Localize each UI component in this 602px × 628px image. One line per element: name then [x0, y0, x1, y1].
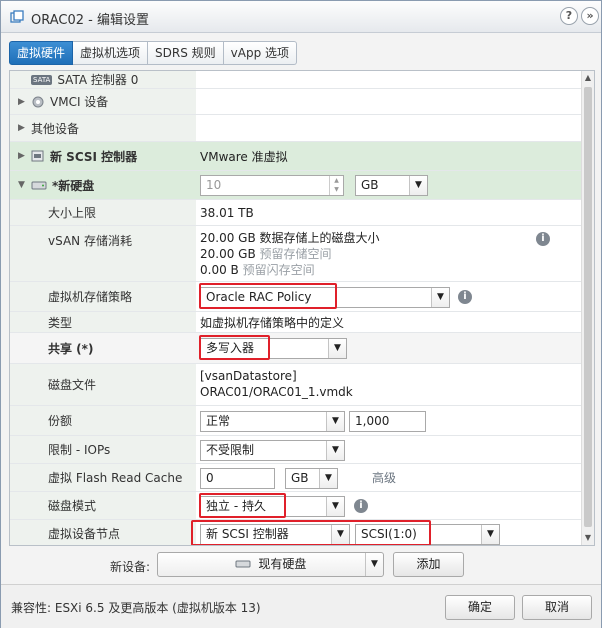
chevron-down-icon: ▼	[319, 469, 337, 488]
scroll-thumb[interactable]	[584, 87, 592, 527]
expand-icon[interactable]: »	[581, 7, 599, 25]
hardware-panel: SATA SATA 控制器 0 ▶ VMCI 设备 ▶ 其他设备 ▶ 新 SCS…	[9, 70, 595, 546]
chevron-down-icon: ▼	[326, 497, 344, 516]
row-sata-controller[interactable]: SATA SATA 控制器 0	[10, 71, 582, 89]
highlight-box	[199, 283, 337, 309]
info-icon[interactable]: i	[536, 232, 550, 246]
row-vmci-device[interactable]: ▶ VMCI 设备	[10, 89, 582, 115]
expand-arrow-icon[interactable]: ▶	[18, 151, 28, 161]
row-label: 新 SCSI 控制器	[50, 149, 138, 164]
row-max-size: 大小上限 38.01 TB	[10, 200, 582, 226]
dialog-title: ORAC02 - 编辑设置	[31, 13, 149, 28]
expand-arrow-icon[interactable]: ▶	[18, 123, 28, 133]
sata-icon: SATA	[31, 74, 53, 85]
gear-icon	[32, 96, 44, 107]
scroll-down-icon[interactable]: ▼	[582, 531, 594, 545]
row-storage-policy: 虚拟机存储策略 Oracle RAC Policy ▼ i	[10, 282, 582, 312]
row-virtual-device-node: 虚拟设备节点 新 SCSI 控制器 ▼ SCSI(1:0) ▼	[10, 520, 582, 545]
chevron-down-icon: ▼	[365, 553, 383, 576]
flash-cache-unit-select[interactable]: GB ▼	[285, 468, 338, 489]
highlight-box	[191, 520, 431, 545]
chevron-down-icon: ▼	[326, 412, 344, 431]
compatibility-text: 兼容性: ESXi 6.5 及更高版本 (虚拟机版本 13)	[11, 601, 261, 615]
highlight-box	[199, 335, 270, 360]
scsi-type-value: VMware 准虚拟	[200, 149, 288, 164]
row-label: *新硬盘	[52, 178, 95, 193]
highlight-box	[199, 493, 286, 518]
ok-button[interactable]: 确定	[445, 595, 515, 620]
disk-size-input[interactable]: 10 ▲ ▼	[200, 175, 344, 196]
chevron-down-icon: ▼	[326, 441, 344, 460]
advanced-link[interactable]: 高级	[372, 464, 582, 491]
cancel-button[interactable]: 取消	[522, 595, 592, 620]
tab-vm-options[interactable]: 虚拟机选项	[73, 41, 149, 65]
tab-vapp-options[interactable]: vApp 选项	[223, 41, 298, 65]
title-bar: ORAC02 - 编辑设置 ? »	[1, 1, 601, 33]
new-device-select[interactable]: 现有硬盘 ▼	[157, 552, 384, 577]
vertical-scrollbar[interactable]: ▲ ▼	[581, 71, 594, 545]
row-disk-mode: 磁盘模式 独立 - 持久 ▼ i	[10, 492, 582, 520]
row-label: 其他设备	[31, 121, 80, 136]
row-limit-iops: 限制 - IOPs 不受限制 ▼	[10, 436, 582, 464]
collapse-arrow-icon[interactable]: ▼	[18, 180, 28, 190]
chevron-down-icon: ▼	[481, 525, 499, 544]
add-button[interactable]: 添加	[393, 552, 464, 577]
vm-icon	[10, 10, 24, 23]
dialog-footer: 兼容性: ESXi 6.5 及更高版本 (虚拟机版本 13) 确定 取消	[1, 584, 601, 628]
tab-bar: 虚拟硬件 虚拟机选项 SDRS 规则 vApp 选项	[9, 41, 298, 65]
scsi-controller-icon	[31, 150, 44, 162]
hard-disk-icon	[31, 181, 47, 190]
row-vsan-consumption: vSAN 存储消耗 20.00 GB 数据存储上的磁盘大小 20.00 GB 预…	[10, 226, 582, 282]
tab-virtual-hardware[interactable]: 虚拟硬件	[9, 41, 74, 65]
tab-sdrs-rules[interactable]: SDRS 规则	[148, 41, 224, 65]
disk-unit-select[interactable]: GB ▼	[355, 175, 428, 196]
row-disk-file: 磁盘文件 [vsanDatastore] ORAC01/ORAC01_1.vmd…	[10, 364, 582, 406]
chevron-down-icon: ▼	[431, 288, 449, 307]
hard-disk-icon	[235, 560, 251, 568]
row-flash-read-cache: 虚拟 Flash Read Cache 0 GB ▼ 高级	[10, 464, 582, 492]
chevron-down-icon: ▼	[328, 339, 346, 358]
row-label: VMCI 设备	[50, 95, 109, 109]
flash-cache-input[interactable]: 0	[200, 468, 275, 489]
shares-number-input[interactable]: 1,000	[349, 411, 426, 432]
row-shares: 份额 正常 ▼ 1,000	[10, 406, 582, 436]
size-spinner[interactable]: ▲ ▼	[329, 176, 343, 195]
row-new-scsi-controller[interactable]: ▶ 新 SCSI 控制器 VMware 准虚拟	[10, 142, 582, 171]
info-icon[interactable]: i	[458, 290, 472, 304]
edit-settings-dialog: ORAC02 - 编辑设置 ? » 虚拟硬件 虚拟机选项 SDRS 规则 vAp…	[0, 0, 602, 628]
info-icon[interactable]: i	[354, 499, 368, 513]
limit-iops-select[interactable]: 不受限制 ▼	[200, 440, 345, 461]
row-sharing: 共享 (*) 多写入器 ▼	[10, 333, 582, 364]
new-device-label: 新设备:	[110, 560, 151, 574]
chevron-down-icon: ▼	[409, 176, 427, 195]
row-other-devices[interactable]: ▶ 其他设备	[10, 115, 582, 142]
row-label: SATA 控制器 0	[57, 73, 139, 87]
scroll-up-icon[interactable]: ▲	[582, 71, 594, 85]
expand-arrow-icon[interactable]: ▶	[18, 97, 28, 107]
shares-select[interactable]: 正常 ▼	[200, 411, 345, 432]
help-icon[interactable]: ?	[560, 7, 578, 25]
row-new-hard-disk[interactable]: ▼ *新硬盘 10 ▲ ▼ GB ▼	[10, 171, 582, 200]
row-type: 类型 如虚拟机存储策略中的定义	[10, 312, 582, 333]
